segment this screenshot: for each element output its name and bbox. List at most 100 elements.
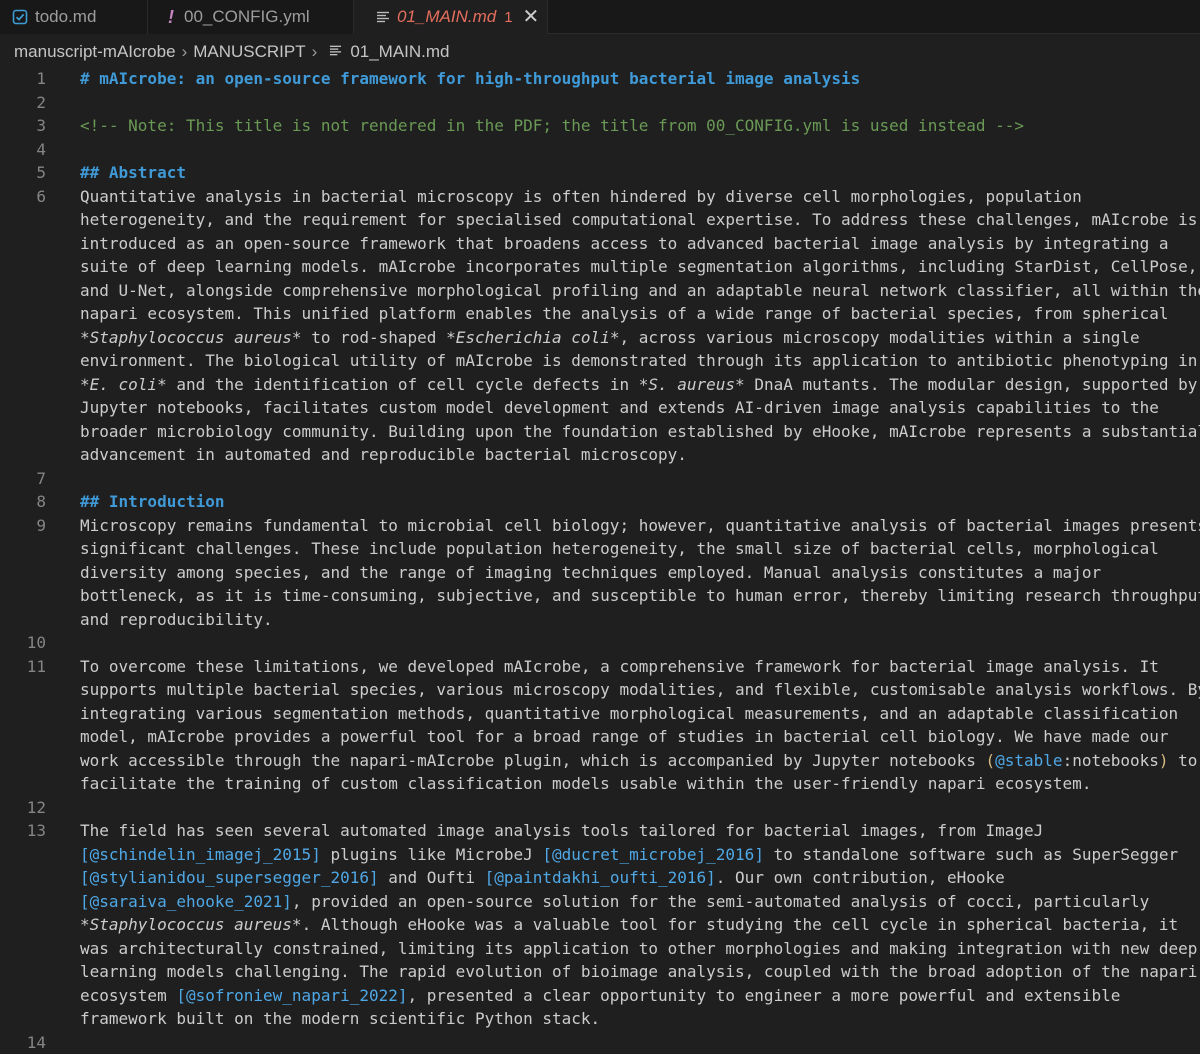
text-segment: DnaA mutants. The modular design, suppor… — [745, 375, 1198, 394]
editor-line[interactable]: *E. coli* and the identification of cell… — [0, 373, 1200, 397]
line-content: ## Introduction — [80, 490, 225, 514]
text-segment: and reproducibility. — [80, 610, 273, 629]
line-content: integrating various segmentation methods… — [80, 702, 1178, 726]
line-content: broader microbiology community. Building… — [80, 420, 1200, 444]
editor-line[interactable]: 6Quantitative analysis in bacterial micr… — [0, 185, 1200, 209]
tab-todo[interactable]: todo.md — [0, 0, 148, 34]
text-segment: plugins like MicrobeJ — [321, 845, 543, 864]
markdown-heading: ## Introduction — [80, 492, 225, 511]
line-content: supports multiple bacterial species, var… — [80, 678, 1200, 702]
editor-line[interactable]: learning models challenging. The rapid e… — [0, 960, 1200, 984]
line-number: 7 — [0, 467, 46, 491]
line-number: 2 — [0, 91, 46, 115]
editor-line[interactable]: and reproducibility. — [0, 608, 1200, 632]
line-content: facilitate the training of custom classi… — [80, 772, 1091, 796]
editor-line[interactable]: integrating various segmentation methods… — [0, 702, 1200, 726]
text-segment: :notebooks — [1063, 751, 1159, 770]
editor-line[interactable]: 4 — [0, 138, 1200, 162]
text-segment: , presented a clear opportunity to engin… — [408, 986, 1121, 1005]
breadcrumb-root[interactable]: manuscript-mAIcrobe — [14, 42, 176, 62]
editor-line[interactable]: advancement in automated and reproducibl… — [0, 443, 1200, 467]
editor-line[interactable]: framework built on the modern scientific… — [0, 1007, 1200, 1031]
exclamation-icon: ! — [168, 7, 174, 28]
tab-main[interactable]: 01_MAIN.md 1 ✕ — [354, 0, 548, 34]
editor-line[interactable]: broader microbiology community. Building… — [0, 420, 1200, 444]
editor-line[interactable]: 8 ## Introduction — [0, 490, 1200, 514]
editor-line[interactable]: 7 — [0, 467, 1200, 491]
editor-line[interactable]: diversity among species, and the range o… — [0, 561, 1200, 585]
editor-line[interactable]: 11To overcome these limitations, we deve… — [0, 655, 1200, 679]
html-comment: <!-- Note: This title is not rendered in… — [80, 116, 1024, 135]
editor-line[interactable]: work accessible through the napari-mAIcr… — [0, 749, 1200, 773]
editor-line[interactable]: 10 — [0, 631, 1200, 655]
line-content: introduced as an open-source framework t… — [80, 232, 1169, 256]
editor-line[interactable]: *Staphylococcus aureus* to rod-shaped *E… — [0, 326, 1200, 350]
text-segment: suite of deep learning models. mAIcrobe … — [80, 257, 1197, 276]
editor-line[interactable]: environment. The biological utility of m… — [0, 349, 1200, 373]
editor-line[interactable]: model, mAIcrobe provides a powerful tool… — [0, 725, 1200, 749]
editor-line[interactable]: introduced as an open-source framework t… — [0, 232, 1200, 256]
text-segment: and the identification of cell cycle def… — [167, 375, 639, 394]
line-content: learning models challenging. The rapid e… — [80, 960, 1197, 984]
line-content: was architecturally constrained, limitin… — [80, 937, 1197, 961]
line-number: 9 — [0, 514, 46, 538]
editor-line[interactable]: [@schindelin_imagej_2015] plugins like M… — [0, 843, 1200, 867]
line-content: [@saraiva_ehooke_2021], provided an open… — [80, 890, 1149, 914]
editor-line[interactable]: napari ecosystem. This unified platform … — [0, 302, 1200, 326]
problems-count-badge: 1 — [504, 9, 512, 26]
line-content: [@stylianidou_supersegger_2016] and Ouft… — [80, 866, 1005, 890]
editor-line[interactable]: ecosystem [@sofroniew_napari_2022], pres… — [0, 984, 1200, 1008]
line-content: napari ecosystem. This unified platform … — [80, 302, 1169, 326]
editor-line[interactable]: *Staphylococcus aureus*. Although eHooke… — [0, 913, 1200, 937]
italic-text: *Staphylococcus aureus* — [80, 328, 302, 347]
tab-config[interactable]: ! 00_CONFIG.yml — [148, 0, 354, 34]
text-segment: . Although eHooke was a valuable tool fo… — [302, 915, 1179, 934]
editor-line[interactable]: 3 <!-- Note: This title is not rendered i… — [0, 114, 1200, 138]
markdown-lines-icon — [376, 10, 390, 24]
line-content: heterogeneity, and the requirement for s… — [80, 208, 1197, 232]
text-segment: framework built on the modern scientific… — [80, 1009, 600, 1028]
text-segment: model, mAIcrobe provides a powerful tool… — [80, 727, 1169, 746]
line-content: significant challenges. These include po… — [80, 537, 1159, 561]
editor-line[interactable]: 1# mAIcrobe: an open-source framework fo… — [0, 67, 1200, 91]
editor-line[interactable]: 12 — [0, 796, 1200, 820]
text-segment: environment. The biological utility of m… — [80, 351, 1197, 370]
tab-label: todo.md — [35, 7, 96, 27]
text-segment: , provided an open-source solution for t… — [292, 892, 1149, 911]
editor-line[interactable]: 13The field has seen several automated i… — [0, 819, 1200, 843]
editor-line[interactable]: facilitate the training of custom classi… — [0, 772, 1200, 796]
line-number: 3 — [0, 114, 46, 138]
line-content: *Staphylococcus aureus*. Although eHooke… — [80, 913, 1178, 937]
line-content: The field has seen several automated ima… — [80, 819, 1043, 843]
line-content: ecosystem [@sofroniew_napari_2022], pres… — [80, 984, 1120, 1008]
editor-line[interactable]: significant challenges. These include po… — [0, 537, 1200, 561]
citation-reference: [@stylianidou_supersegger_2016] — [80, 868, 379, 887]
editor-line[interactable]: heterogeneity, and the requirement for s… — [0, 208, 1200, 232]
line-content: *E. coli* and the identification of cell… — [80, 373, 1197, 397]
line-number: 8 — [0, 490, 46, 514]
editor-line[interactable]: and U-Net, alongside comprehensive morph… — [0, 279, 1200, 303]
line-number: 5 — [0, 161, 46, 185]
line-number: 11 — [0, 655, 46, 679]
editor-line[interactable]: 5 ## Abstract — [0, 161, 1200, 185]
editor-line[interactable]: [@stylianidou_supersegger_2016] and Ouft… — [0, 866, 1200, 890]
editor-line[interactable]: 9Microscopy remains fundamental to micro… — [0, 514, 1200, 538]
code-editor[interactable]: 1# mAIcrobe: an open-source framework fo… — [0, 67, 1200, 1054]
editor-line[interactable]: was architecturally constrained, limitin… — [0, 937, 1200, 961]
editor-line[interactable]: suite of deep learning models. mAIcrobe … — [0, 255, 1200, 279]
editor-line[interactable]: [@saraiva_ehooke_2021], provided an open… — [0, 890, 1200, 914]
line-content: ## Abstract — [80, 161, 186, 185]
breadcrumb-file[interactable]: 01_MAIN.md — [350, 42, 449, 62]
editor-line[interactable]: 14 — [0, 1031, 1200, 1054]
editor-line[interactable]: Jupyter notebooks, facilitates custom mo… — [0, 396, 1200, 420]
editor-line[interactable]: bottleneck, as it is time-consuming, sub… — [0, 584, 1200, 608]
breadcrumb-folder[interactable]: MANUSCRIPT — [193, 42, 305, 62]
breadcrumb: manuscript-mAIcrobe › MANUSCRIPT › 01_MA… — [0, 36, 1200, 68]
chevron-right-icon: › — [312, 42, 318, 62]
line-content: advancement in automated and reproducibl… — [80, 443, 687, 467]
line-number: 12 — [0, 796, 46, 820]
tab-label: 00_CONFIG.yml — [184, 7, 310, 27]
close-icon[interactable]: ✕ — [523, 7, 540, 27]
editor-line[interactable]: 2 — [0, 91, 1200, 115]
editor-line[interactable]: supports multiple bacterial species, var… — [0, 678, 1200, 702]
